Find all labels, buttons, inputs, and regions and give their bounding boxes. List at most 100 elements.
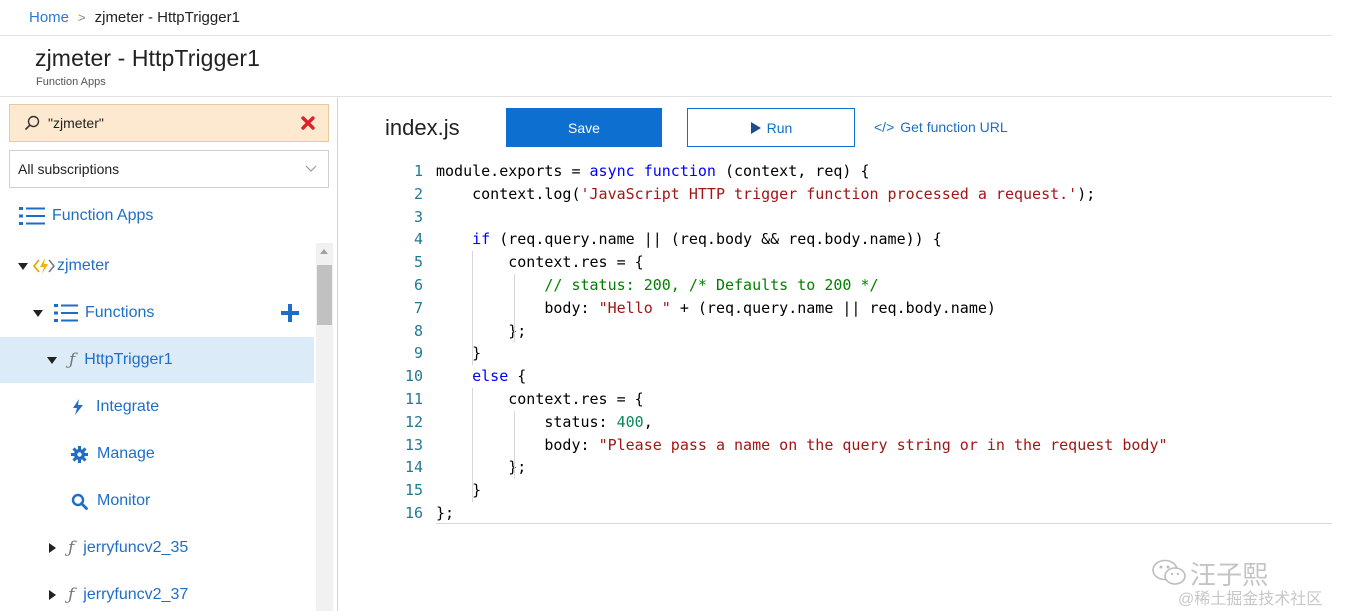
line-number: 6 [413,276,423,294]
code-token: async [589,162,635,180]
function-apps-link[interactable]: Function Apps [18,205,153,227]
expand-triangle-icon[interactable] [18,262,28,270]
page-title: zjmeter - HttpTrigger1 [35,45,261,71]
code-icon: </> [874,119,895,135]
code-token: (context, req) { [715,162,870,180]
tree-item-httptrigger1[interactable]: ƒ HttpTrigger1 [0,337,314,383]
code-line: 15 } [390,479,481,502]
scroll-thumb[interactable] [317,265,332,325]
code-token: // status: 200, /* Defaults to 200 */ [544,276,879,294]
tree-item-label: Manage [97,445,155,462]
save-button[interactable]: Save [506,108,662,147]
get-function-url-link[interactable]: </> Get function URL [874,119,1008,135]
clear-search-icon[interactable] [298,113,318,133]
tree-item-zjmeter[interactable]: zjmeter [0,243,314,289]
line-content: body: "Hello " + (req.query.name || req.… [423,297,996,320]
line-number: 8 [413,321,423,340]
line-number: 11 [404,390,423,408]
line-number: 14 [404,458,423,477]
code-line: 8 }; [390,320,526,343]
expand-triangle-icon[interactable] [49,590,56,600]
code-token: context.res = { [436,253,644,272]
expand-triangle-icon[interactable] [33,309,43,317]
editor-bottom-border [436,523,1332,524]
code-line: 11 context.res = { [390,388,644,411]
line-number: 10 [404,367,423,386]
indent-guide [472,251,473,366]
watermark-subtitle: @稀土掘金技术社区 [1178,591,1323,608]
watermark: 汪子熙 @稀土掘金技术社区 [1152,555,1348,611]
tree-item-jerryfuncv2-35[interactable]: ƒ jerryfuncv2_35 [0,525,314,571]
tree-item-label: HttpTrigger1 [84,351,173,368]
file-name: index.js [385,115,460,140]
function-f-icon: ƒ [68,538,75,558]
expand-triangle-icon[interactable] [47,356,57,364]
code-token: context.log( [436,184,581,203]
code-line: 7 body: "Hello " + (req.query.name || re… [390,297,996,320]
code-editor[interactable]: 1 module.exports = async function (contex… [390,160,1332,526]
indent-guide [514,410,515,480]
search-input[interactable]: "zjmeter" [9,104,329,142]
code-token: "Hello " [598,298,671,317]
line-number: 3 [413,207,423,226]
line-content: module.exports = async function (context… [423,160,870,183]
page-subtitle: Function Apps [36,76,106,88]
code-token: ); [1077,184,1096,203]
line-number: 4 [413,230,423,249]
tree-item-functions[interactable]: Functions [0,290,314,336]
function-f-icon: ƒ [68,585,75,605]
add-function-icon[interactable] [280,303,300,323]
code-line: 9 } [390,342,481,365]
tree-item-label: jerryfuncv2_37 [83,586,189,603]
code-line: 4 if (req.query.name || (req.body && req… [390,228,942,251]
code-line: 1 module.exports = async function (contex… [390,160,870,183]
code-line: 2 context.log('JavaScript HTTP trigger f… [390,183,1095,206]
tree-item-label: Functions [85,304,155,321]
code-line: 5 context.res = { [390,251,644,274]
code-token: status: [436,412,617,431]
code-token: } [436,481,482,500]
tree-item-jerryfuncv2-37[interactable]: ƒ jerryfuncv2_37 [0,572,314,611]
run-button[interactable]: Run [687,108,855,147]
line-content: if (req.query.name || (req.body && req.b… [423,228,942,251]
code-token: module. [436,162,500,180]
list-icon [54,304,78,322]
line-content: status: 400, [423,411,652,434]
line-number: 12 [404,412,423,431]
search-icon [24,115,40,131]
line-number: 7 [413,298,423,317]
code-token: exports = [499,162,590,180]
code-token: else [472,367,509,386]
subscription-select[interactable]: All subscriptions [9,150,329,188]
resource-pane: "zjmeter" All subscriptions Function App… [0,97,338,611]
tree-item-manage[interactable]: Manage [0,431,314,477]
indent-guide [472,388,473,502]
line-content: }; [423,502,454,525]
line-content: body: "Please pass a name on the query s… [423,434,1168,457]
function-app-lightning-icon [33,258,55,274]
get-function-url-label: Get function URL [900,119,1008,135]
line-number: 2 [413,184,423,203]
expand-triangle-icon[interactable] [49,543,56,553]
line-content: }; [423,320,526,343]
tree-item-monitor[interactable]: Monitor [0,478,314,524]
resource-tree: zjmeter Functions ƒ HttpTrigger1 Integra… [0,243,314,611]
list-icon [19,207,45,225]
code-token: 400 [616,412,644,431]
tree-scrollbar[interactable] [316,243,333,611]
breadcrumb-home-link[interactable]: Home [29,9,69,26]
line-number: 13 [404,435,423,454]
breadcrumb: Home > zjmeter - HttpTrigger1 [0,0,1332,36]
tree-item-label: Monitor [97,492,151,509]
code-line: 14 }; [390,456,526,479]
play-icon [750,121,761,134]
lightning-icon [73,399,83,415]
tree-item-integrate[interactable]: Integrate [0,384,314,430]
run-button-label: Run [766,119,793,136]
code-token: }; [436,504,455,522]
code-token: if [472,230,491,249]
code-line: 16}; [390,502,454,525]
scroll-up-arrow-icon[interactable] [320,249,328,254]
code-token: "Please pass a name on the query string … [598,435,1168,454]
